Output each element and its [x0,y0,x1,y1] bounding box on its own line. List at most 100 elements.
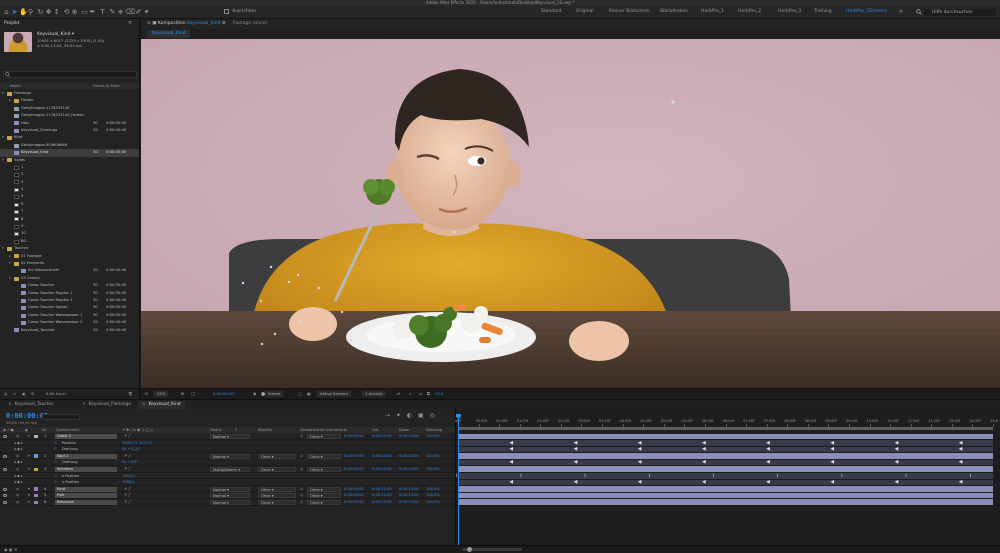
pen-tool-icon[interactable]: ✒ [89,8,96,16]
expand-arrow-icon[interactable]: ▾ [28,466,30,473]
keyframe-icon[interactable]: ◀ [766,480,770,485]
project-item[interactable]: ▾ Kind [0,134,139,141]
blend-mode-dropdown[interactable]: Normal ▾ [210,486,250,492]
solo-icon[interactable]: ● [16,453,19,460]
puppet-tool-icon[interactable]: ✦ [143,8,150,16]
roto-brush-tool-icon[interactable]: ✐ [135,8,142,16]
visibility-eye-icon[interactable] [3,454,7,458]
keyframe-icon[interactable]: I [905,474,906,479]
resolution-dropdown[interactable]: Viertel [265,391,284,397]
workspace-herbpro-3[interactable]: HerbPro_3 [778,8,801,16]
blend-mode-dropdown[interactable]: Normal ▾ [210,493,250,499]
solo-icon[interactable]: ● [16,466,19,473]
region-of-interest-icon[interactable]: ▢ [298,389,302,399]
visibility-eye-icon[interactable] [3,487,7,491]
project-item[interactable]: Comp Taucher Weisswasser 1 30 0:00:00:00 [0,312,139,319]
project-search-input[interactable] [3,71,137,78]
workspace-bibliotheken[interactable]: Bibliotheken [660,8,688,16]
hand-tool-icon[interactable]: ✋ [19,8,28,16]
keyframe-icon[interactable]: ◀ [510,480,514,485]
parent-dropdown[interactable]: Ohne ▾ [307,499,341,505]
keyframe-icon[interactable]: I [713,474,714,479]
keyframe-icon[interactable]: ◀ [959,447,963,452]
project-item[interactable]: Comp Taucher 30 0:00:00:00 [0,282,139,289]
project-item[interactable]: ▸ Farben [0,97,139,104]
layer-out-point[interactable]: 0:00:12:49 [372,433,392,440]
project-item[interactable]: GettyImages-1176333140 [0,105,139,112]
layer-duration[interactable]: 0:00:13:00 [399,466,419,473]
project-item[interactable]: Comp Taucher Ripples 1 30 0:00:00:00 [0,290,139,297]
expand-arrow-icon[interactable]: ▾ [28,453,30,460]
keyframe-icon[interactable]: ◀ [510,460,514,465]
project-item[interactable]: 9 [0,223,139,230]
label-color-swatch[interactable] [34,493,38,498]
project-item[interactable]: 1 [0,164,139,171]
mask-visibility-icon[interactable]: ◯ [191,389,195,399]
property-value[interactable]: 0x +11,0° [122,446,140,453]
timeline-tab[interactable]: × Keyvisual_Flamingo [78,401,135,409]
disclosure-closed-icon[interactable]: ▸ [9,253,11,260]
keyframe-icon[interactable]: I [970,474,971,479]
layer-out-point[interactable]: 0:00:12:49 [372,499,392,506]
track-matte-dropdown[interactable]: Ohne ▾ [258,493,296,499]
bit-depth-button[interactable]: 8-Bit-Kanal [46,389,66,399]
solo-icon[interactable]: ● [16,499,19,506]
keyframe-icon[interactable]: ◀ [702,460,706,465]
keyframe-nav-icon[interactable]: ◂ ◆ ▸ [14,440,23,447]
label-color-swatch[interactable] [34,454,38,458]
project-item[interactable]: Comp Taucher Ripples 2 30 0:00:00:00 [0,297,139,304]
always-preview-icon[interactable]: ⊡ [145,389,148,399]
keyframe-icon[interactable]: ◀ [574,441,578,446]
keyframe-icon[interactable]: ◀ [574,447,578,452]
close-icon[interactable]: × [8,402,12,407]
keyframe-icon[interactable]: ◀ [959,480,963,485]
stopwatch-icon[interactable]: ⏱ [54,459,57,466]
parent-dropdown[interactable]: Ohne ▾ [307,433,341,439]
view-layout-dropdown[interactable]: 1 Ansicht [362,391,386,397]
blend-mode-dropdown[interactable]: Normal ▾ [210,453,250,459]
keyframe-icon[interactable]: I [777,474,778,479]
text-tool-icon[interactable]: T [99,8,106,16]
composition-canvas[interactable] [141,39,1000,388]
keyframe-icon[interactable]: ◀ [766,447,770,452]
project-item[interactable]: 10 [0,230,139,237]
help-search-input[interactable]: Hilfe durchsuchen [924,9,996,16]
keyframe-nav-icon[interactable]: ◂ ◆ ▸ [14,479,23,486]
property-row[interactable]: ◂ ◆ ▸ ⏱ Drehung 0x +0,0° [0,459,455,466]
parent-dropdown[interactable]: Ohne ▾ [307,486,341,492]
workspace-kleiner-bildschirm[interactable]: Kleiner Bildschirm [609,8,650,16]
dolly-tool-icon[interactable]: ↕ [53,8,60,16]
property-row[interactable]: ◂ ◆ ▸ ⏱ x Position 1593,0 [0,473,455,480]
column-in-point[interactable]: In-Point [106,83,120,89]
layer-row[interactable]: ● ▾ 2 Kopf 2 ⚘ ╱ Normal ▾ Ohne ▾ ◎ Ohne ▾ 0:00:00… [0,453,455,460]
solo-icon[interactable]: ● [16,492,19,499]
keyframe-icon[interactable]: ◀ [510,441,514,446]
safe-area-icon[interactable]: ⊞ [181,389,184,399]
layer-in-point[interactable]: 0:00:00:00 [344,486,364,493]
pickwhip-icon[interactable]: ◎ [300,486,303,493]
solo-icon[interactable]: ● [16,486,19,493]
track-matte-dropdown[interactable]: Ohne ▾ [258,466,296,472]
keyframe-icon[interactable]: ◀ [831,480,835,485]
disclosure-open-icon[interactable]: ▾ [2,245,4,252]
zoom-slider-knob[interactable] [467,547,472,552]
layer-track[interactable] [456,466,1000,473]
pan-behind-tool-icon[interactable]: ⊕ [71,8,78,16]
track-matte-dropdown[interactable]: Ohne ▾ [258,453,296,459]
layer-track[interactable] [456,433,1000,440]
timeline-tab[interactable]: × Keyvisual_Taucher [4,401,58,409]
layer-duration-bar[interactable] [458,466,993,473]
stopwatch-icon[interactable]: ⏱ [54,440,57,447]
layer-stretch[interactable]: 100,0% [426,433,440,440]
keyframe-icon[interactable]: ◀ [895,460,899,465]
exposure-value[interactable]: +0,0 [434,389,443,399]
layer-track[interactable] [456,453,1000,460]
keyframe-icon[interactable]: ◀ [831,447,835,452]
keyframe-icon[interactable]: ◀ [702,480,706,485]
layer-switches[interactable]: ⚘ ╱ [124,433,131,440]
layer-in-point[interactable]: 0:00:00:00 [344,499,364,506]
layer-name[interactable]: Retusche [55,499,117,505]
property-track[interactable]: ◀ ◀ ◀ ◀ ◀ ◀ ◀ ◀ [456,446,1000,453]
solo-icon[interactable]: ● [16,433,19,440]
workspace-herbpro-1[interactable]: HerbPro_1 [701,8,724,16]
